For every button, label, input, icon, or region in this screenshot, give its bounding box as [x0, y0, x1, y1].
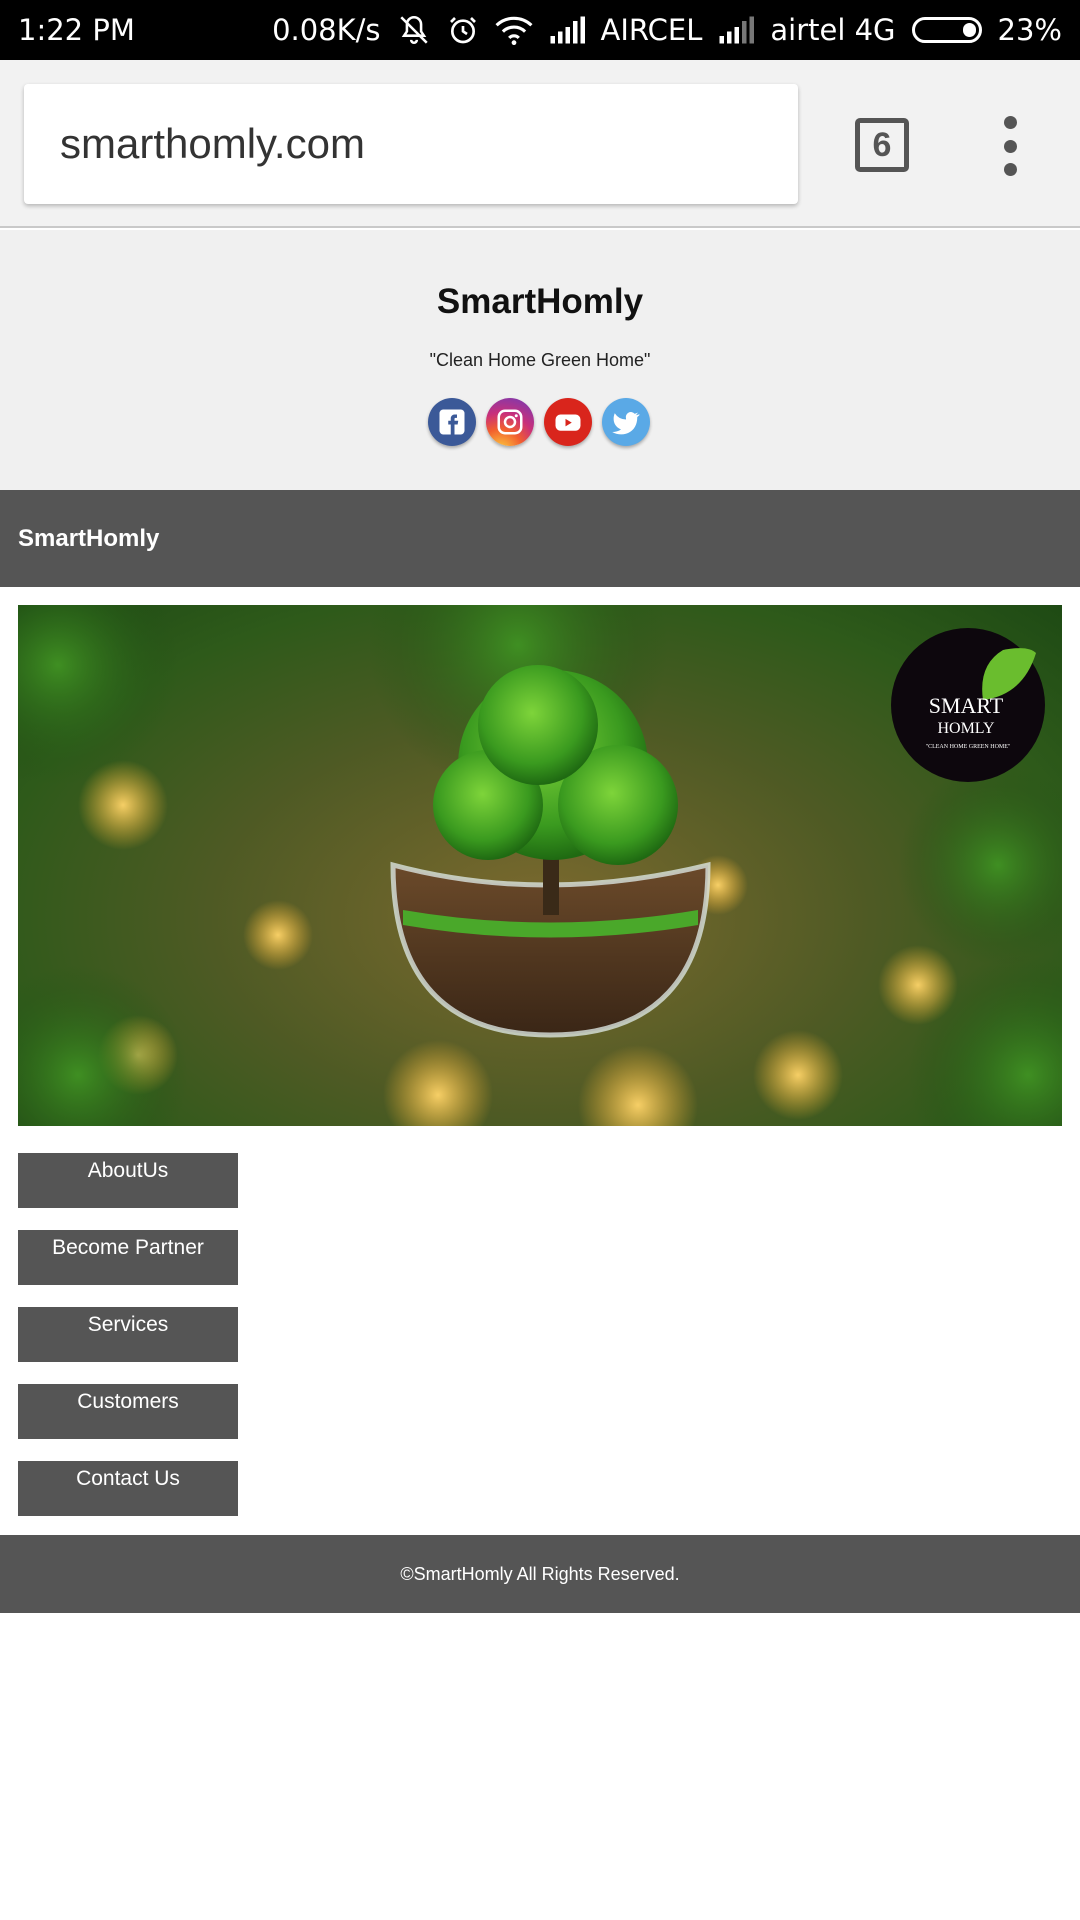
- instagram-icon[interactable]: [486, 398, 534, 446]
- nav-bar: SmartHomly: [0, 490, 1080, 587]
- wifi-icon: [495, 15, 533, 45]
- signal-icon: [718, 16, 755, 44]
- carrier-airtel: airtel 4G: [770, 13, 896, 47]
- url-text: smarthomly.com: [60, 120, 365, 167]
- browser-toolbar: smarthomly.com 6: [0, 60, 1080, 228]
- browser-menu-button[interactable]: [995, 116, 1025, 176]
- alarm-icon: [447, 14, 479, 46]
- become-partner-button[interactable]: Become Partner: [18, 1230, 238, 1285]
- contact-us-button[interactable]: Contact Us: [18, 1461, 238, 1516]
- status-icons: 0.08K/s AIRCEL airtel 4G 23%: [272, 13, 1062, 47]
- hero-image: SMART HOMLY "CLEAN HOME GREEN HOME": [18, 605, 1062, 1126]
- url-bar[interactable]: smarthomly.com: [24, 84, 798, 204]
- menu-dot: [1003, 139, 1017, 153]
- carrier-aircel: AIRCEL: [600, 13, 703, 47]
- logo-caption: "CLEAN HOME GREEN HOME": [926, 744, 1011, 750]
- status-time: 1:22 PM: [18, 13, 135, 47]
- status-bar: 1:22 PM 0.08K/s AIRCEL airtel 4G 23%: [0, 0, 1080, 60]
- logo-text-bottom: HOMLY: [937, 720, 995, 737]
- youtube-icon[interactable]: [544, 398, 592, 446]
- facebook-icon[interactable]: [428, 398, 476, 446]
- tab-switcher-button[interactable]: 6: [855, 118, 909, 172]
- smarthomly-logo: SMART HOMLY "CLEAN HOME GREEN HOME": [891, 628, 1045, 782]
- menu-dot: [1003, 116, 1017, 129]
- mute-bell-icon: [397, 13, 431, 47]
- site-title: SmartHomly: [436, 282, 644, 321]
- site-menu: AboutUs Become Partner Services Customer…: [18, 1153, 238, 1538]
- services-button[interactable]: Services: [18, 1307, 238, 1362]
- social-links: [428, 398, 650, 446]
- battery-icon: [911, 17, 982, 43]
- logo-text-top: SMART: [929, 693, 1004, 718]
- nav-brand-link[interactable]: SmartHomly: [18, 525, 159, 553]
- copyright-text: ©SmartHomly All Rights Reserved.: [400, 1563, 680, 1584]
- signal-icon: [549, 16, 585, 44]
- site-header: SmartHomly "Clean Home Green Home": [0, 230, 1080, 490]
- battery-percent: 23%: [997, 13, 1062, 47]
- network-speed: 0.08K/s: [272, 13, 381, 47]
- twitter-icon[interactable]: [602, 398, 650, 446]
- site-footer: ©SmartHomly All Rights Reserved.: [0, 1535, 1080, 1613]
- about-us-button[interactable]: AboutUs: [18, 1153, 238, 1208]
- customers-button[interactable]: Customers: [18, 1384, 238, 1439]
- site-tagline: "Clean Home Green Home": [429, 350, 651, 370]
- menu-dot: [1003, 163, 1017, 176]
